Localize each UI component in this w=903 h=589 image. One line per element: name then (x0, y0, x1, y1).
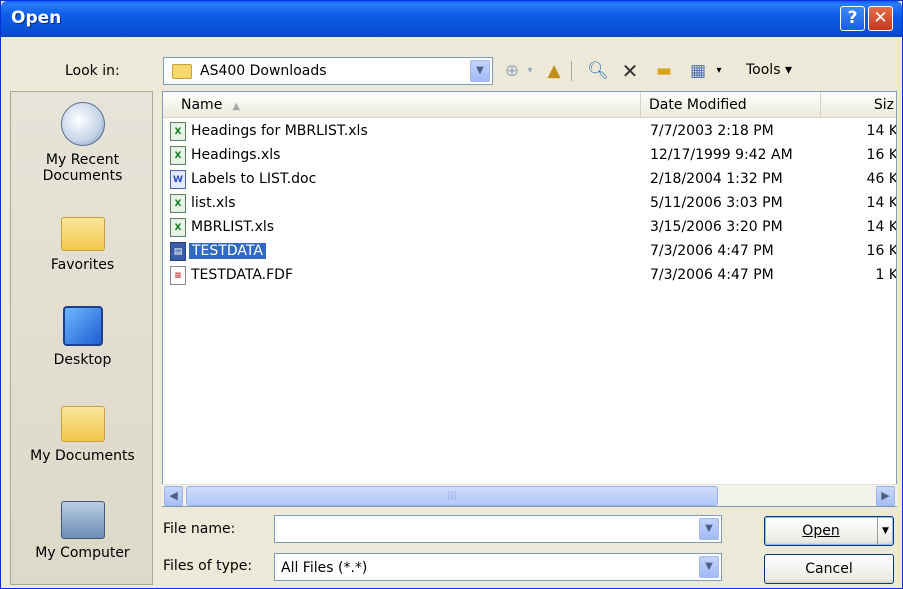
file-name: Labels to LIST.doc (191, 171, 317, 187)
place-label: My Recent Documents (42, 152, 123, 184)
place-label: My Computer (35, 545, 130, 561)
list-item[interactable]: ≡ TESTDATA.FDF 7/3/2006 4:47 PM 1 K (163, 264, 897, 288)
open-button-label: Open (802, 523, 840, 539)
views-icon[interactable]: ▦ (685, 59, 711, 83)
files-of-type-label: Files of type: (163, 558, 253, 574)
back-icon[interactable]: ⊕ (501, 59, 523, 83)
file-date: 5/11/2006 3:03 PM (650, 195, 783, 211)
look-in-label: Look in: (65, 63, 120, 79)
favorites-icon (60, 217, 105, 251)
file-date: 7/7/2003 2:18 PM (650, 123, 774, 139)
file-size: 14 K (866, 195, 897, 211)
file-size: 16 K (866, 147, 897, 163)
scroll-right-icon[interactable]: ▶ (876, 486, 895, 506)
list-item[interactable]: X MBRLIST.xls 3/15/2006 3:20 PM 14 K (163, 216, 897, 240)
file-name-label: File name: (163, 521, 236, 537)
search-web-icon[interactable]: 🔍︎ (585, 59, 611, 83)
files-of-type-dropdown[interactable]: All Files (*.*) ▼ (274, 553, 722, 581)
scroll-left-icon[interactable]: ◀ (164, 486, 183, 506)
folder-icon (172, 64, 192, 79)
back-dropdown-icon[interactable]: ▾ (524, 59, 536, 83)
file-name: list.xls (191, 195, 236, 211)
place-favorites[interactable]: Favorites (11, 217, 152, 273)
file-name: Headings.xls (191, 147, 281, 163)
sort-ascending-icon: ▲ (232, 101, 241, 112)
file-date: 2/18/2004 1:32 PM (650, 171, 783, 187)
file-size: 1 K (875, 267, 897, 283)
file-size: 14 K (866, 123, 897, 139)
dialog-title: Open (11, 8, 62, 28)
files-of-type-value: All Files (*.*) (281, 560, 368, 576)
list-item[interactable]: X Headings for MBRLIST.xls 7/7/2003 2:18… (163, 120, 897, 144)
look-in-value: AS400 Downloads (200, 63, 327, 79)
places-bar: My Recent Documents Favorites Desktop My… (10, 91, 153, 585)
look-in-dropdown[interactable]: AS400 Downloads ▼ (163, 57, 493, 85)
place-desktop[interactable]: Desktop (11, 306, 152, 368)
open-button[interactable]: Open ▼ (764, 516, 894, 546)
tools-menu-button[interactable]: Tools ▾ (746, 62, 792, 78)
word-file-icon: W (170, 170, 186, 189)
list-item[interactable]: X Headings.xls 12/17/1999 9:42 AM 16 K (163, 144, 897, 168)
file-name-input[interactable]: ▼ (274, 515, 722, 543)
close-button[interactable]: ✕ (868, 6, 893, 31)
new-folder-icon[interactable]: ▬ (651, 59, 677, 83)
fdf-file-icon: ≡ (170, 266, 186, 285)
chevron-down-icon[interactable]: ▼ (699, 556, 719, 578)
data-file-icon: ▤ (170, 242, 186, 261)
place-label: My Documents (30, 448, 135, 464)
help-button[interactable]: ? (840, 6, 865, 31)
file-name: TESTDATA.FDF (191, 267, 293, 283)
desktop-icon (62, 306, 103, 346)
excel-file-icon: X (170, 146, 186, 165)
file-date: 7/3/2006 4:47 PM (650, 243, 774, 259)
file-name: Headings for MBRLIST.xls (191, 123, 368, 139)
file-name: MBRLIST.xls (191, 219, 275, 235)
place-my-documents[interactable]: My Documents (11, 406, 152, 464)
excel-file-icon: X (170, 218, 186, 237)
excel-file-icon: X (170, 194, 186, 213)
list-item[interactable]: W Labels to LIST.doc 2/18/2004 1:32 PM 4… (163, 168, 897, 192)
excel-file-icon: X (170, 122, 186, 141)
my-documents-icon (60, 406, 105, 442)
up-folder-icon[interactable]: ▲ (541, 59, 567, 83)
file-name: TESTDATA (189, 243, 266, 259)
file-date: 7/3/2006 4:47 PM (650, 267, 774, 283)
file-list[interactable]: Name ▲ Date Modified Siz X Headings for M… (162, 91, 897, 507)
file-size: 16 K (866, 243, 897, 259)
list-item-selected[interactable]: ▤ TESTDATA 7/3/2006 4:47 PM 16 K (163, 240, 897, 264)
column-size[interactable]: Siz (821, 92, 896, 118)
column-date-modified[interactable]: Date Modified (641, 92, 821, 118)
column-name[interactable]: Name ▲ (163, 92, 641, 118)
scroll-thumb[interactable]: ||| (186, 486, 718, 506)
open-dialog: Open ? ✕ Look in: AS400 Downloads ▼ ⊕ ▾ … (0, 0, 903, 589)
views-dropdown-icon[interactable]: ▾ (712, 59, 726, 83)
place-label: Desktop (53, 352, 112, 368)
file-date: 12/17/1999 9:42 AM (650, 147, 793, 163)
place-label: Favorites (50, 257, 115, 273)
open-options-dropdown-icon[interactable]: ▼ (877, 517, 893, 545)
column-header: Name ▲ Date Modified Siz (163, 92, 896, 118)
chevron-down-icon[interactable]: ▼ (699, 518, 719, 540)
chevron-down-icon[interactable]: ▼ (470, 60, 490, 82)
file-size: 46 K (866, 171, 897, 187)
delete-icon[interactable]: ✕ (617, 59, 643, 83)
list-item[interactable]: X list.xls 5/11/2006 3:03 PM 14 K (163, 192, 897, 216)
toolbar-separator (571, 61, 575, 81)
file-size: 14 K (866, 219, 897, 235)
place-my-computer[interactable]: My Computer (11, 501, 152, 561)
horizontal-scrollbar[interactable]: ◀ ||| ▶ (162, 484, 897, 506)
my-computer-icon (60, 501, 105, 539)
title-bar[interactable]: Open ? ✕ (1, 1, 902, 37)
cancel-button[interactable]: Cancel (764, 554, 894, 584)
file-date: 3/15/2006 3:20 PM (650, 219, 783, 235)
recent-docs-icon (60, 102, 105, 146)
place-recent-documents[interactable]: My Recent Documents (11, 102, 152, 184)
